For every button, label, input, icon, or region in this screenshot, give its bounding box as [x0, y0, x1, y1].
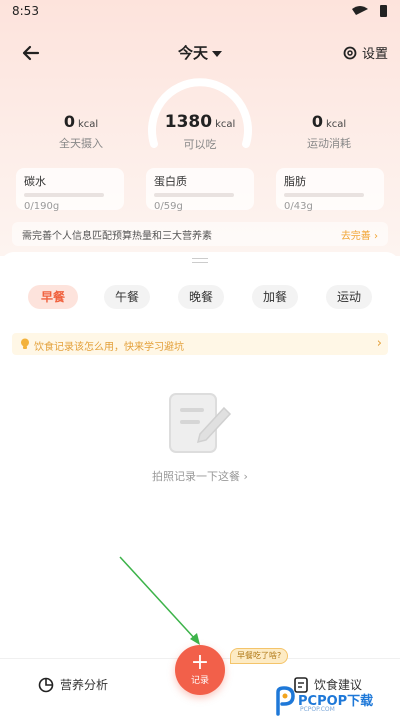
remaining-stat: 1380 kcal 可以吃 [150, 112, 250, 152]
macro-progress-bar [284, 193, 364, 197]
macro-value: 0/59g [154, 201, 183, 212]
intake-value: 0 [63, 112, 75, 131]
tab-snack[interactable]: 加餐 [252, 285, 298, 309]
settings-button[interactable]: 设置 [342, 43, 388, 62]
macro-name: 脂肪 [284, 175, 306, 188]
status-bar: 8:53 [0, 0, 400, 24]
macro-value: 0/43g [284, 201, 313, 212]
gear-icon [343, 46, 357, 59]
add-record-button[interactable]: + 记录 [175, 645, 225, 695]
burned-unit: kcal [325, 119, 347, 130]
empty-record-icon [169, 393, 232, 453]
pcpop-logo-icon [276, 686, 295, 716]
settings-label: 设置 [361, 47, 388, 62]
tab-dinner[interactable]: 晚餐 [178, 285, 224, 309]
complete-profile-link[interactable]: 去完善 › [341, 227, 378, 242]
tab-exercise[interactable]: 运动 [326, 285, 372, 309]
breakfast-prompt-bubble: 早餐吃了啥? [230, 648, 289, 664]
tab-breakfast[interactable]: 早餐 [28, 285, 78, 309]
profile-hint-bar[interactable]: 需完善个人信息匹配预算热量和三大营养素 去完善 › [12, 222, 388, 246]
pie-chart-icon [38, 677, 54, 692]
wifi-battery-icon [352, 5, 387, 17]
macro-card-carbs: 碳水 0/190g [16, 168, 124, 212]
intake-label: 全天摄入 [59, 137, 103, 150]
nutrition-analysis-button[interactable]: 营养分析 [38, 676, 108, 693]
caret-down-icon [212, 50, 222, 57]
tip-text: 饮食记录该怎么用，快来学习避坑 [34, 342, 184, 353]
macro-progress-bar [154, 193, 234, 197]
add-record-label: 记录 [190, 676, 209, 686]
chevron-right-icon: › [376, 336, 382, 351]
tip-bar[interactable]: 饮食记录该怎么用，快来学习避坑 › [12, 333, 388, 355]
watermark-logo: PCPOP下载 PCPOP.COM [274, 686, 398, 718]
photo-record-link[interactable]: 拍照记录一下这餐 › [0, 468, 400, 484]
watermark-sub: PCPOP.COM [300, 706, 335, 713]
remaining-value: 1380 [164, 112, 213, 132]
macro-name: 碳水 [24, 175, 46, 188]
lightbulb-icon [21, 338, 29, 349]
burned-label: 运动消耗 [307, 137, 351, 150]
tab-lunch[interactable]: 午餐 [104, 285, 150, 309]
date-selector[interactable]: 今天 [0, 42, 400, 63]
top-bar: 今天 设置 [0, 36, 400, 70]
macro-card-fat: 脂肪 0/43g [276, 168, 384, 212]
drag-handle[interactable] [192, 258, 208, 263]
macro-progress-bar [24, 193, 104, 197]
status-time: 8:53 [12, 4, 39, 18]
intake-unit: kcal [77, 119, 99, 130]
nutrition-analysis-label: 营养分析 [60, 678, 109, 692]
macro-value: 0/190g [24, 201, 60, 212]
intake-stat: 0 kcal 全天摄入 [36, 112, 126, 151]
page-title: 今天 [177, 44, 208, 62]
macro-card-protein: 蛋白质 0/59g [146, 168, 254, 212]
macro-name: 蛋白质 [154, 175, 187, 188]
plus-icon: + [190, 650, 210, 675]
burned-value: 0 [311, 112, 323, 131]
remaining-label: 可以吃 [183, 138, 217, 151]
profile-hint-text: 需完善个人信息匹配预算热量和三大营养素 [22, 231, 212, 242]
remaining-unit: kcal [215, 119, 236, 130]
burned-stat: 0 kcal 运动消耗 [284, 112, 374, 151]
